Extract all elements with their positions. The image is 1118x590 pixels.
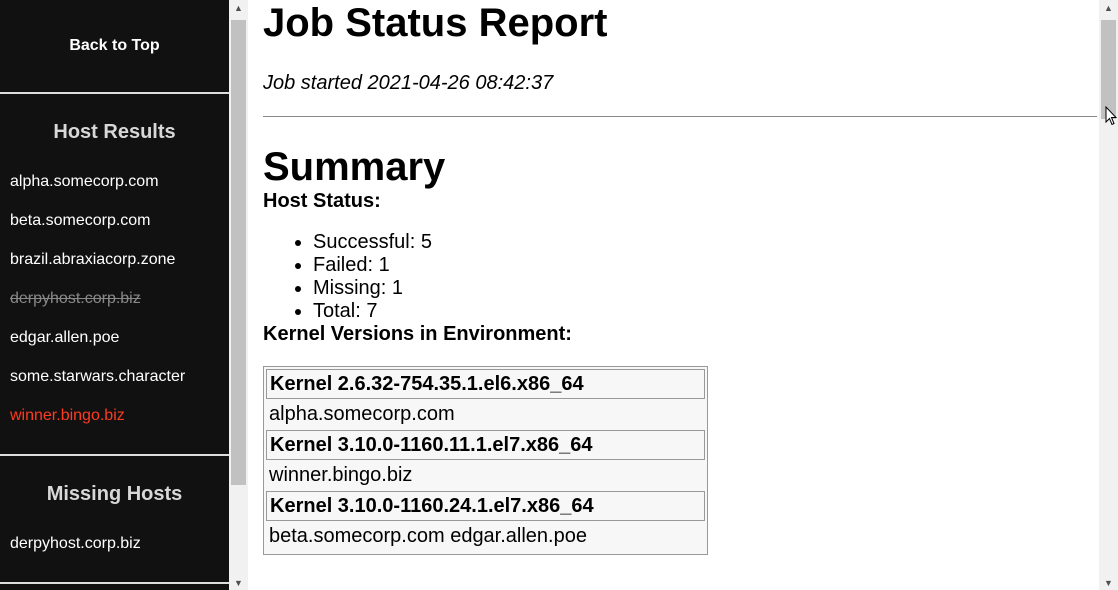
kernel-host-list: alpha.somecorp.com <box>269 403 455 425</box>
host-status-list: Successful: 5 Failed: 1 Missing: 1 Total… <box>263 231 1097 323</box>
kernel-host-list: winner.bingo.biz <box>269 464 413 486</box>
scroll-up-arrow-icon[interactable]: ▲ <box>229 3 248 13</box>
missing-hosts-section: Missing Hosts derpyhost.corp.biz <box>0 456 229 584</box>
missing-host-link-derpyhost[interactable]: derpyhost.corp.biz <box>0 533 229 572</box>
sidebar-scroll-thumb[interactable] <box>231 20 246 485</box>
report-content: Job Status Report Job started 2021-04-26… <box>263 0 1097 555</box>
status-failed: Failed: 1 <box>313 254 1097 277</box>
missing-hosts-list: derpyhost.corp.biz <box>0 533 229 582</box>
host-results-heading: Host Results <box>53 121 176 143</box>
kernel-versions-table: Kernel 2.6.32-754.35.1.el6.x86_64 alpha.… <box>263 366 708 555</box>
host-link-brazil[interactable]: brazil.abraxiacorp.zone <box>0 249 229 288</box>
host-link-starwars[interactable]: some.starwars.character <box>0 366 229 405</box>
missing-hosts-heading: Missing Hosts <box>46 483 183 505</box>
divider <box>263 116 1097 117</box>
summary-heading: Summary <box>263 145 446 189</box>
host-link-edgar[interactable]: edgar.allen.poe <box>0 327 229 366</box>
host-link-alpha[interactable]: alpha.somecorp.com <box>0 171 229 210</box>
host-link-beta[interactable]: beta.somecorp.com <box>0 210 229 249</box>
status-missing: Missing: 1 <box>313 277 1097 300</box>
back-to-top-link[interactable]: Back to Top <box>0 0 229 94</box>
host-results-list: alpha.somecorp.com beta.somecorp.com bra… <box>0 171 229 454</box>
kernel-version-header: Kernel 3.10.0-1160.11.1.el7.x86_64 <box>266 430 705 460</box>
main-scrollbar[interactable]: ▲ ▼ <box>1099 0 1118 590</box>
status-successful: Successful: 5 <box>313 231 1097 254</box>
host-link-derpyhost[interactable]: derpyhost.corp.biz <box>0 288 229 327</box>
kernel-versions-heading: Kernel Versions in Environment: <box>263 323 572 345</box>
status-total: Total: 7 <box>313 300 1097 323</box>
sidebar-nav: Back to Top Host Results alpha.somecorp.… <box>0 0 229 590</box>
scroll-down-arrow-icon[interactable]: ▼ <box>1099 578 1118 588</box>
scroll-down-arrow-icon[interactable]: ▼ <box>229 578 248 588</box>
kernel-version-header: Kernel 2.6.32-754.35.1.el6.x86_64 <box>266 369 705 399</box>
mouse-cursor-icon <box>1105 106 1117 126</box>
kernel-host-list: beta.somecorp.com edgar.allen.poe <box>269 525 587 547</box>
sidebar-scrollbar[interactable]: ▲ ▼ <box>229 0 248 590</box>
job-started-text: Job started 2021-04-26 08:42:37 <box>263 72 554 94</box>
main-scroll-thumb[interactable] <box>1101 20 1116 119</box>
page-title: Job Status Report <box>263 1 608 45</box>
scroll-up-arrow-icon[interactable]: ▲ <box>1099 3 1118 13</box>
host-link-winner[interactable]: winner.bingo.biz <box>0 405 229 444</box>
kernel-version-header: Kernel 3.10.0-1160.24.1.el7.x86_64 <box>266 491 705 521</box>
host-status-heading: Host Status: <box>263 190 381 212</box>
host-results-section: Host Results alpha.somecorp.com beta.som… <box>0 94 229 456</box>
